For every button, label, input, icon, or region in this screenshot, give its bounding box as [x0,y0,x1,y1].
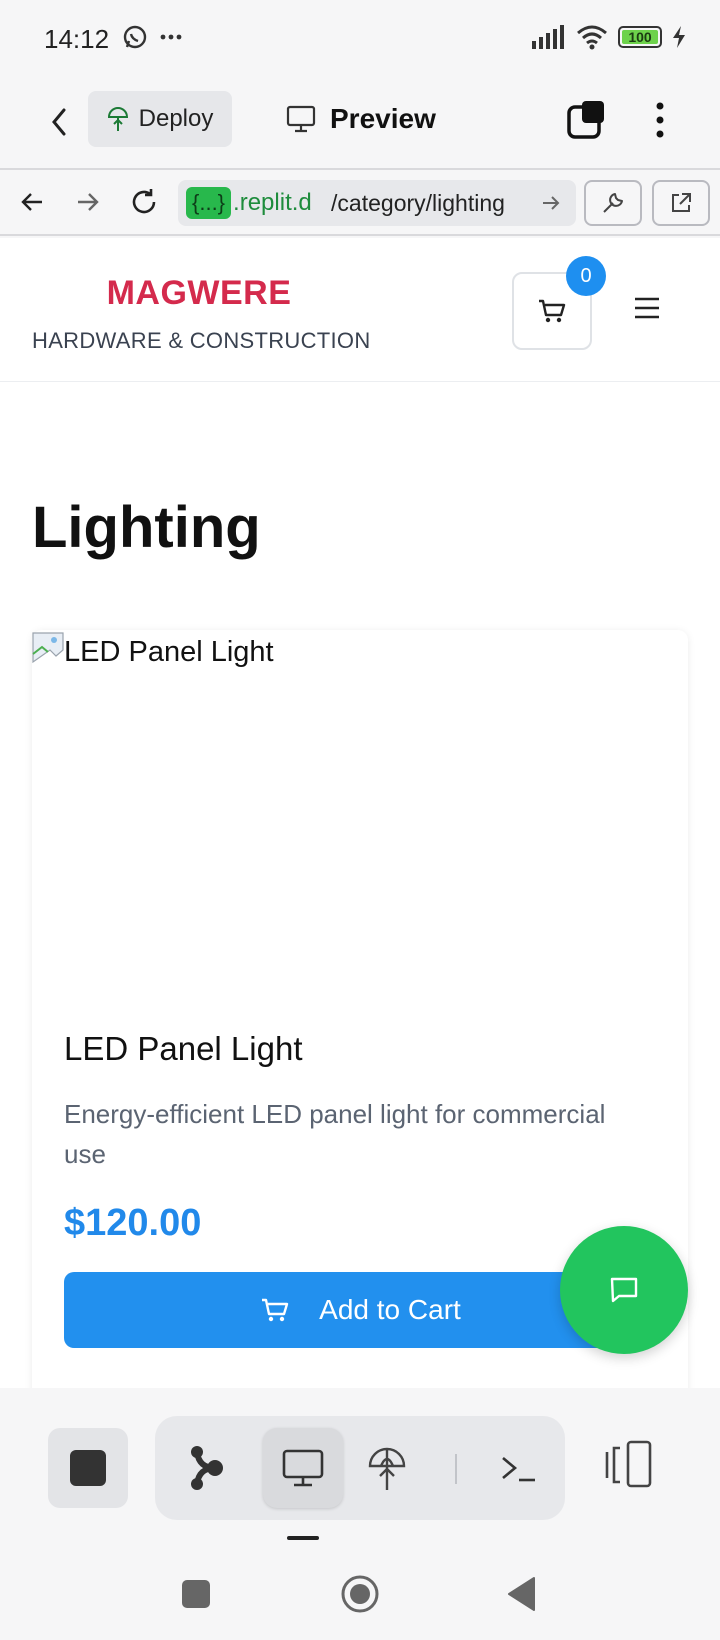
charging-icon [673,26,685,48]
product-price: $120.00 [64,1202,202,1244]
wifi-icon [577,25,607,50]
preview-tool-button[interactable] [263,1428,343,1508]
webpage: MAGWERE HARDWARE & CONSTRUCTION 0 Lighti… [0,238,720,1388]
switch-view-button[interactable] [604,1436,656,1492]
arrow-right-icon [78,193,99,211]
cart-icon [262,1298,289,1322]
status-bar: 14:12 100 [0,0,720,78]
go-arrow-icon[interactable] [540,191,562,215]
chat-icon [610,1277,638,1303]
url-bar[interactable]: {...} .replit.d /category/lighting [178,180,576,226]
broken-image-icon [32,632,64,664]
product-name[interactable]: LED Panel Light [64,1030,303,1068]
add-to-cart-label: Add to Cart [319,1294,461,1325]
more-menu-button[interactable] [644,98,676,142]
recent-apps-button[interactable] [182,1580,210,1608]
whatsapp-icon [123,25,147,49]
site-header: MAGWERE HARDWARE & CONSTRUCTION 0 [0,238,720,382]
tab-preview[interactable]: Preview [286,96,436,142]
wrench-icon [603,193,623,213]
more-dots-icon [160,34,182,40]
monitor-icon [282,1449,324,1487]
open-external-button[interactable] [652,180,710,226]
product-description: Energy-efficient LED panel light for com… [64,1099,606,1169]
deploy-tool-button[interactable] [347,1428,427,1508]
browser-bar: {...} .replit.d /category/lighting [0,172,720,236]
browser-forward-button[interactable] [68,182,108,222]
product-image: LED Panel Light [32,630,688,1010]
preview-label: Preview [330,103,436,134]
back-button[interactable] [40,100,80,144]
url-path: /category/lighting [331,189,505,216]
chevron-left-icon [52,108,66,136]
url-badge: {...} [186,187,232,219]
agent-tool-button[interactable] [167,1428,247,1508]
stop-button[interactable] [48,1428,128,1508]
deploy-label: Deploy [138,105,214,132]
battery-icon: 100 [618,26,662,48]
deploy-icon [368,1447,406,1490]
tabs-icon [567,101,604,139]
brand-name[interactable]: MAGWERE [0,274,398,313]
image-alt-text: LED Panel Light [64,636,274,668]
stop-icon [70,1450,106,1486]
page-title: Lighting [32,495,261,560]
brand-tagline: HARDWARE & CONSTRUCTION [32,328,371,353]
kebab-menu-icon [656,102,664,138]
replit-top-bar: Deploy Preview [0,78,720,170]
system-back-button[interactable] [506,1576,538,1612]
status-time: 14:12 [44,24,110,54]
cart-icon [539,299,566,323]
chat-button[interactable] [560,1226,688,1354]
devtools-button[interactable] [584,180,642,226]
monitor-icon [286,105,316,133]
tabs-button[interactable] [566,98,610,142]
cart-count-badge: 0 [566,256,606,296]
system-nav-bar [0,1540,720,1640]
url-domain: .replit.d [233,189,312,216]
signal-icon [532,25,564,49]
reload-icon [132,189,156,214]
agent-icon [191,1446,223,1490]
battery-level: 100 [628,29,652,45]
external-link-icon [672,193,691,212]
bottom-toolbar [0,1388,720,1538]
deploy-icon [107,107,128,131]
hamburger-menu-button[interactable] [632,294,662,322]
tool-group [155,1416,565,1520]
hamburger-icon [635,297,659,319]
shell-tool-button[interactable] [479,1428,559,1508]
arrow-left-icon [21,193,42,211]
deploy-button[interactable]: Deploy [88,91,232,147]
terminal-icon [502,1457,535,1482]
browser-back-button[interactable] [12,182,52,222]
reload-button[interactable] [124,182,164,222]
home-button[interactable] [340,1574,380,1614]
split-view-icon [605,1440,652,1488]
